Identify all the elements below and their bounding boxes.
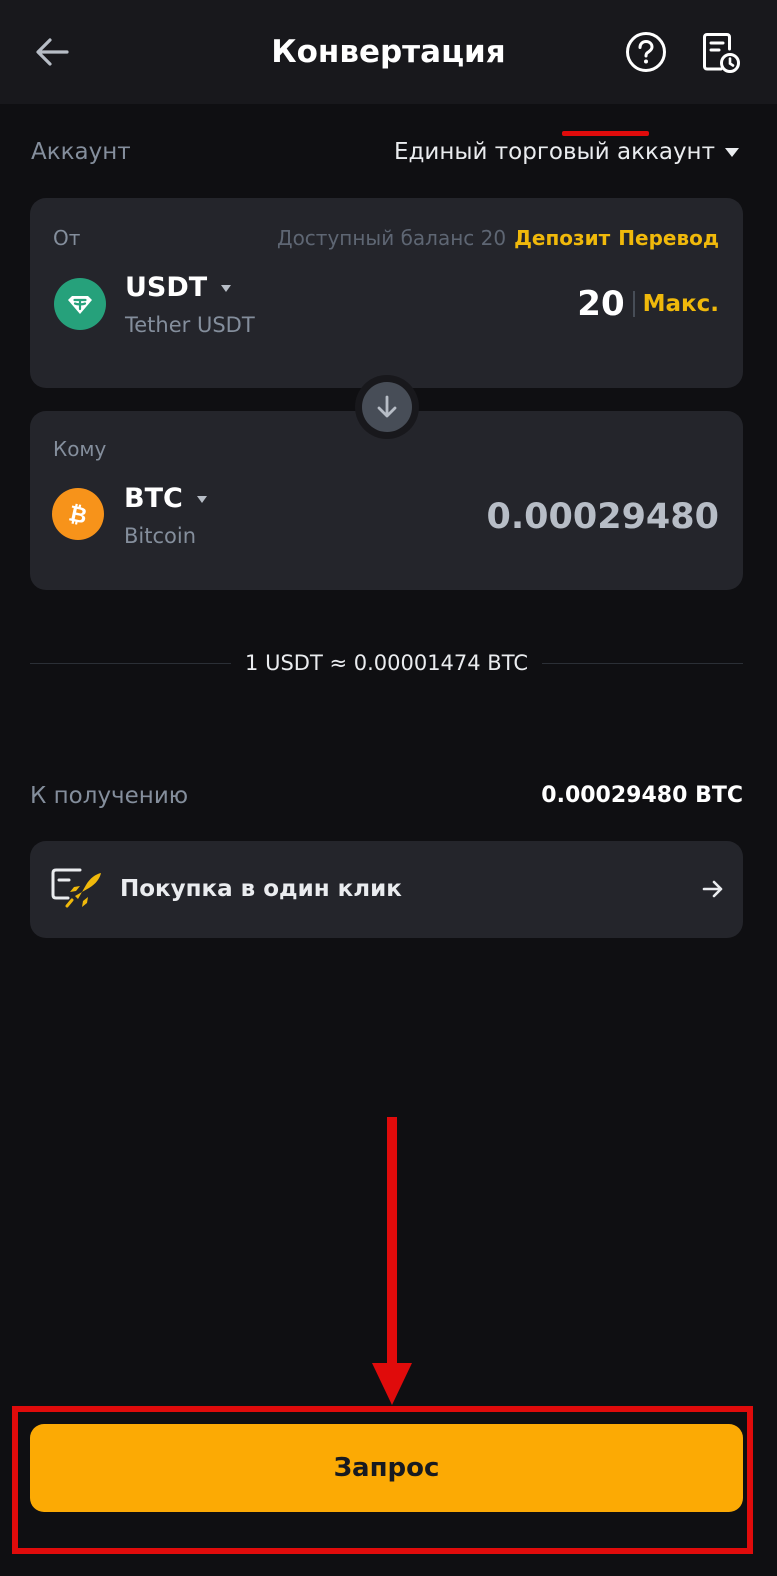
document-clock-icon (703, 33, 740, 73)
amount-divider (632, 291, 635, 317)
account-selector[interactable]: Единый торговый аккаунт (394, 136, 739, 168)
from-coin-symbol: USDT (125, 272, 208, 303)
to-amount: 0.00029480 (486, 497, 719, 537)
deposit-link[interactable]: Депозит (514, 224, 610, 252)
btc-coin-icon: ₿ (52, 488, 104, 540)
transfer-link[interactable]: Перевод (618, 224, 719, 252)
caret-down-icon (221, 284, 232, 292)
exchange-rate-row: 1 USDT ≈ 0.00001474 BTC (30, 645, 744, 681)
one-click-buy-label: Покупка в один клик (120, 876, 402, 902)
balance-row: Доступный баланс 20 Депозит Перевод (277, 224, 719, 252)
from-amount-input[interactable]: 20 (577, 282, 624, 326)
back-button[interactable] (32, 30, 72, 74)
account-label: Аккаунт (31, 139, 131, 165)
divider-right (541, 662, 744, 664)
from-label: От (53, 226, 81, 250)
from-coin-selector[interactable]: USDT (125, 270, 232, 306)
one-click-buy-row[interactable]: Покупка в один клик (30, 841, 743, 938)
caret-down-icon (725, 147, 739, 157)
help-button[interactable] (624, 30, 668, 74)
swap-button[interactable] (355, 375, 419, 439)
from-coin-name: Tether USDT (125, 313, 255, 337)
exchange-rate: 1 USDT ≈ 0.00001474 BTC (245, 651, 528, 675)
usdt-coin-icon (54, 278, 106, 330)
swap-inner (362, 382, 412, 432)
annotation-arrow-icon (372, 1117, 412, 1405)
to-coin-selector[interactable]: BTC (124, 481, 207, 517)
to-coin-symbol: BTC (124, 483, 183, 514)
to-coin-name: Bitcoin (124, 524, 197, 548)
max-button[interactable]: Макс. (643, 291, 719, 317)
request-button[interactable]: Запрос (30, 1424, 743, 1512)
history-button[interactable] (698, 30, 744, 76)
arrow-down-icon (377, 395, 397, 418)
arrow-right-icon (702, 880, 723, 898)
top-bar: Конвертация (0, 0, 777, 104)
account-value: Единый торговый аккаунт (393, 139, 715, 165)
rocket-card-icon (51, 868, 101, 908)
to-label: Кому (53, 437, 107, 461)
from-card: От Доступный баланс 20 Депозит Перевод U… (30, 198, 743, 388)
receive-value: 0.00029480 BTC (541, 783, 743, 808)
receive-label: К получению (30, 783, 189, 809)
arrow-left-icon (36, 38, 69, 66)
from-amount-area: 20 Макс. (577, 282, 719, 326)
question-circle-icon (626, 32, 666, 72)
caret-down-icon (196, 495, 207, 503)
available-balance: Доступный баланс 20 (276, 226, 507, 250)
divider-left (30, 662, 232, 664)
svg-text:₿: ₿ (66, 501, 89, 529)
annotation-underline (562, 131, 649, 136)
